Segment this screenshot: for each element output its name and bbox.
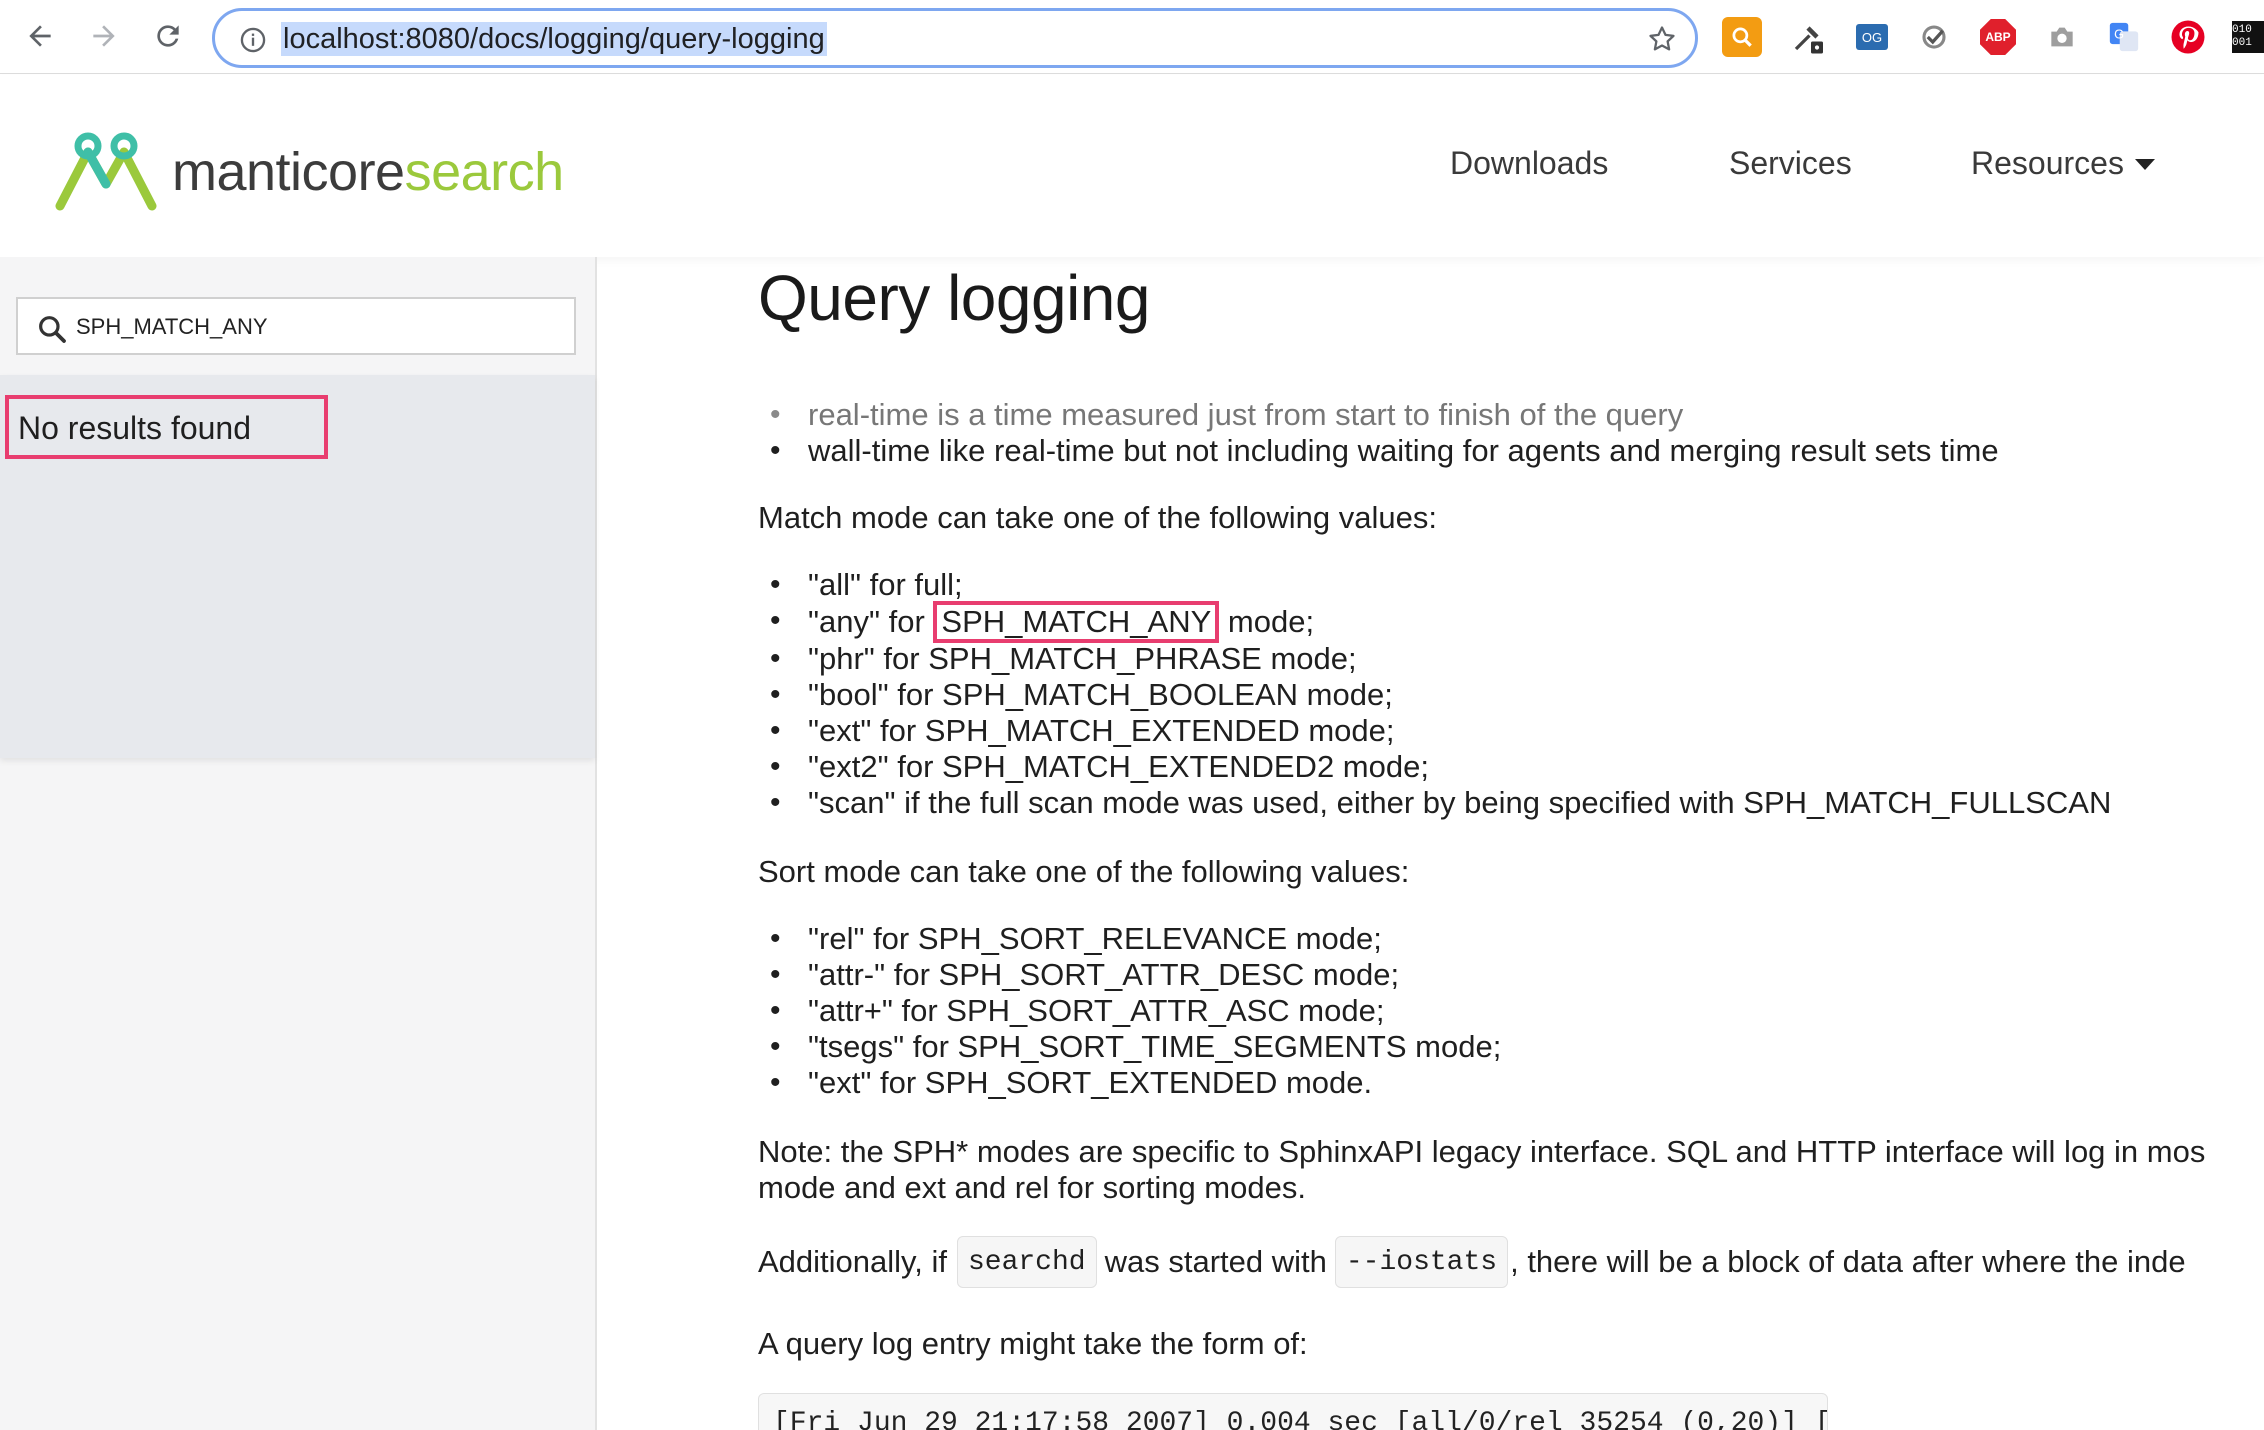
forward-button[interactable] [82, 14, 126, 58]
any-suffix: mode; [1227, 604, 1315, 639]
time-list-2: wall-time like real-time but not includi… [768, 433, 1999, 469]
address-bar[interactable]: localhost:8080/docs/logging/query-loggin… [212, 8, 1698, 68]
binary-ext-icon[interactable]: 010 001 [2232, 17, 2264, 57]
docs-sidebar: No results found [0, 257, 597, 1430]
sort-mode-list: "rel" for SPH_SORT_RELEVANCE mode; "attr… [768, 921, 1501, 1101]
no-results-message: No results found [5, 395, 328, 459]
binary-line-2: 001 [2232, 37, 2252, 49]
list-item: "bool" for SPH_MATCH_BOOLEAN mode; [768, 677, 2111, 713]
log-example-codeblock: [Fri Jun 29 21:17:58 2007] 0.004 sec [al… [758, 1393, 1828, 1430]
back-arrow-icon [29, 25, 51, 47]
manticore-logo-icon [55, 132, 157, 211]
list-item: "ext2" for SPH_MATCH_EXTENDED2 mode; [768, 749, 2111, 785]
list-item: "attr+" for SPH_SORT_ATTR_ASC mode; [768, 993, 1501, 1029]
pinterest-ext-icon[interactable] [2168, 17, 2208, 57]
note-line-1: Note: the SPH* modes are specific to Sph… [758, 1134, 2206, 1169]
caret-down-icon [2134, 158, 2155, 170]
note-line-2: mode and ext and rel for sorting modes. [758, 1170, 1306, 1205]
magnifier-ext-icon[interactable] [1722, 17, 1762, 57]
iostats-prefix: Additionally, if [758, 1244, 947, 1279]
nav-resources-label: Resources [1971, 145, 2124, 181]
site-header: manticoresearch Downloads Services Resou… [0, 75, 2264, 257]
og-ext-icon[interactable]: OG [1852, 17, 1892, 57]
iostats-middle: was started with [1104, 1244, 1327, 1279]
camera-ext-icon[interactable] [2042, 17, 2082, 57]
forward-arrow-icon [93, 25, 115, 47]
adblock-ext-icon[interactable]: ABP [1978, 17, 2018, 57]
svg-text:G: G [2114, 26, 2124, 41]
search-icon [36, 313, 68, 350]
check-ext-icon[interactable] [1914, 17, 1954, 57]
logo-text-search: search [404, 142, 565, 202]
reload-button[interactable] [146, 14, 190, 58]
bookmark-star-icon[interactable] [1647, 24, 1677, 59]
docs-search-input[interactable] [76, 309, 556, 345]
list-item: "tsegs" for SPH_SORT_TIME_SEGMENTS mode; [768, 1029, 1501, 1065]
page-title: Query logging [758, 262, 1150, 334]
list-item: "phr" for SPH_MATCH_PHRASE mode; [768, 641, 2111, 677]
binary-line-1: 010 [2232, 24, 2252, 36]
highlighted-search-match: SPH_MATCH_ANY [933, 601, 1220, 643]
list-item: "ext" for SPH_SORT_EXTENDED mode. [768, 1065, 1501, 1101]
url-text[interactable]: localhost:8080/docs/logging/query-loggin… [281, 22, 827, 56]
list-item: "rel" for SPH_SORT_RELEVANCE mode; [768, 921, 1501, 957]
iostats-paragraph: Additionally, if searchd was started wit… [758, 1236, 2186, 1288]
list-item: real-time is a time measured just from s… [768, 397, 1683, 433]
site-logo[interactable]: manticoresearch [54, 132, 564, 212]
list-item-any: "any" for SPH_MATCH_ANY mode; [768, 601, 2111, 643]
reload-icon [157, 25, 179, 47]
code-searchd: searchd [956, 1236, 1097, 1288]
abp-label: ABP [1980, 19, 2016, 55]
nav-resources[interactable]: Resources [1971, 145, 2156, 182]
og-label: OG [1856, 24, 1888, 50]
list-item: "attr-" for SPH_SORT_ATTR_DESC mode; [768, 957, 1501, 993]
browser-toolbar: localhost:8080/docs/logging/query-loggin… [0, 0, 2264, 74]
match-mode-list: "all" for full; "any" for SPH_MATCH_ANY … [768, 567, 2111, 821]
nav-downloads[interactable]: Downloads [1450, 145, 1608, 182]
list-item: wall-time like real-time but not includi… [768, 433, 1999, 469]
docs-search-box[interactable] [16, 297, 576, 355]
log-entry-intro: A query log entry might take the form of… [758, 1326, 1308, 1361]
sort-mode-intro: Sort mode can take one of the following … [758, 854, 1410, 889]
iostats-suffix: , there will be a block of data after wh… [1510, 1244, 2186, 1279]
match-mode-intro: Match mode can take one of the following… [758, 500, 1437, 535]
site-info-icon[interactable] [239, 26, 267, 59]
list-item: "scan" if the full scan mode was used, e… [768, 785, 2111, 821]
nav-services[interactable]: Services [1729, 145, 1852, 182]
logo-wordmark: manticoresearch [172, 141, 564, 203]
main-content: Query logging real-time is a time measur… [758, 257, 2264, 1430]
list-item: "all" for full; [768, 567, 2111, 603]
list-item: "ext" for SPH_MATCH_EXTENDED mode; [768, 713, 2111, 749]
eyedropper-ext-icon[interactable] [1788, 17, 1828, 57]
time-list: real-time is a time measured just from s… [768, 397, 1683, 433]
translate-ext-icon[interactable]: G [2104, 17, 2144, 57]
code-iostats: --iostats [1334, 1236, 1509, 1288]
back-button[interactable] [18, 14, 62, 58]
logo-text-manticore: manticore [172, 142, 405, 202]
note-paragraph: Note: the SPH* modes are specific to Sph… [758, 1134, 2205, 1206]
any-prefix: "any" for [808, 604, 925, 639]
